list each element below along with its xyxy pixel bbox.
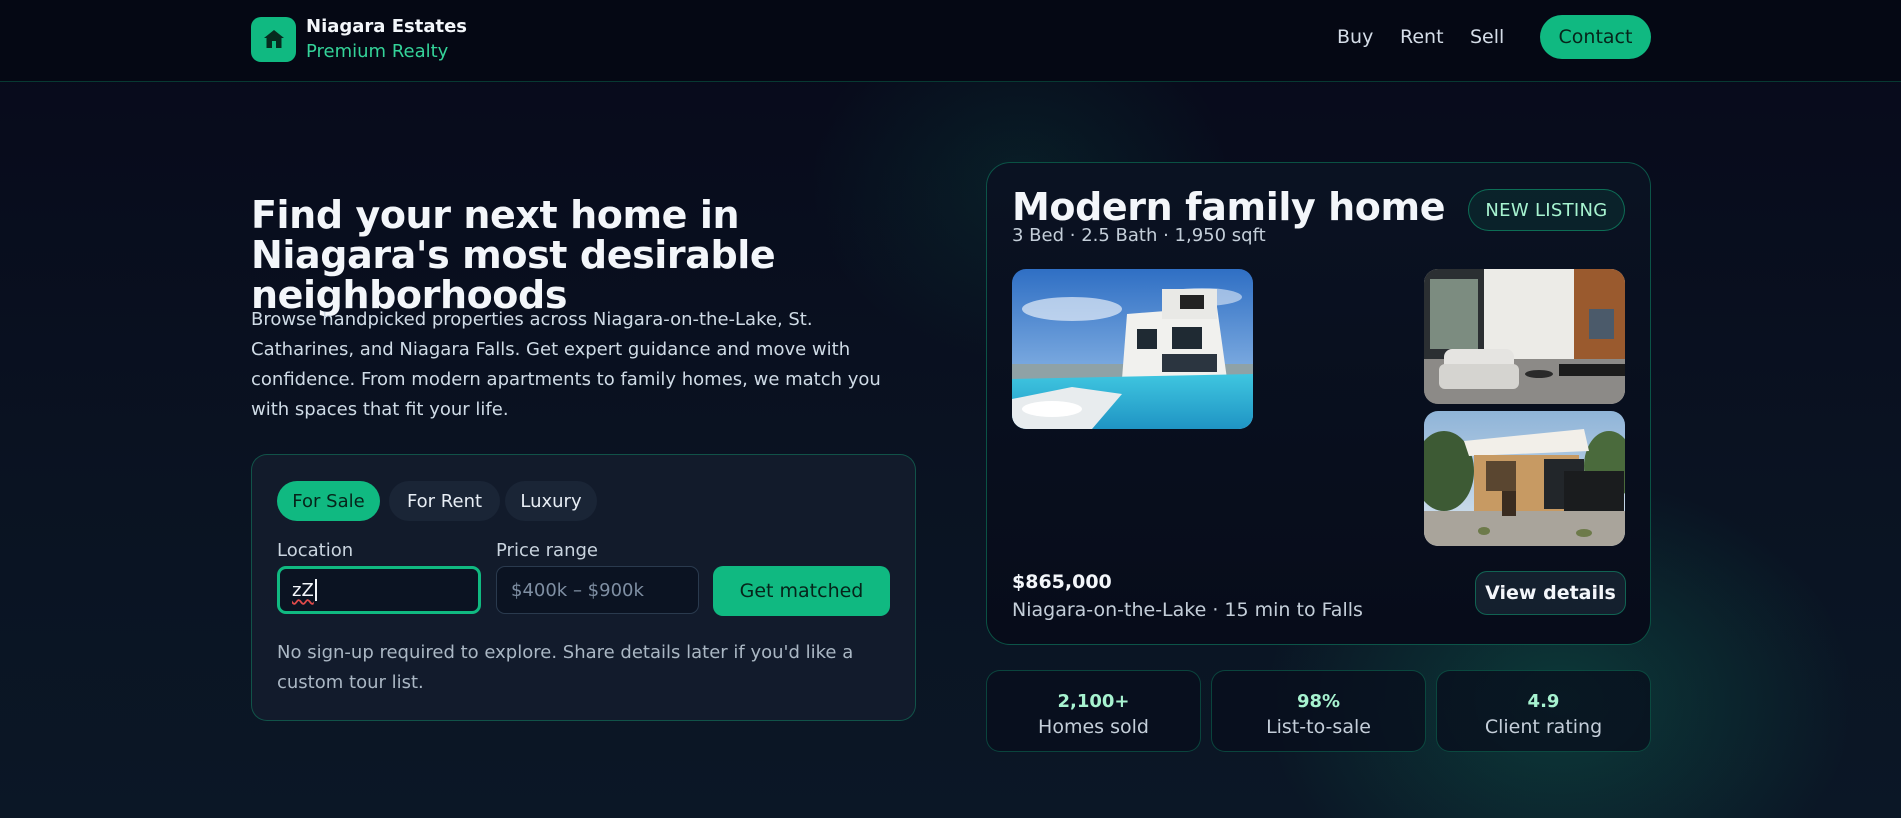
listing-title: Modern family home: [1012, 185, 1446, 229]
stat-client-rating: 4.9 Client rating: [1436, 670, 1651, 752]
price-range-label: Price range: [496, 540, 598, 561]
listing-price: $865,000: [1012, 571, 1112, 593]
nav-link-sell[interactable]: Sell: [1470, 26, 1504, 48]
tab-for-rent[interactable]: For Rent: [389, 481, 500, 521]
hero-title: Find your next home in Niagara's most de…: [251, 193, 776, 317]
price-range-placeholder: $400k – $900k: [511, 579, 644, 601]
location-label: Location: [277, 540, 354, 561]
new-listing-badge: NEW LISTING: [1468, 189, 1625, 231]
get-matched-button[interactable]: Get matched: [713, 566, 890, 616]
tab-luxury[interactable]: Luxury: [505, 481, 597, 521]
living-room-photo[interactable]: [1424, 269, 1625, 404]
featured-listing-card: Modern family home 3 Bed · 2.5 Bath · 1,…: [986, 162, 1651, 645]
brand[interactable]: Niagara Estates Premium Realty: [251, 14, 467, 64]
nav-link-rent[interactable]: Rent: [1400, 26, 1444, 48]
contact-button[interactable]: Contact: [1540, 15, 1651, 59]
price-range-input[interactable]: $400k – $900k: [496, 566, 699, 614]
stat-label: Homes sold: [1038, 716, 1149, 738]
location-input-value: zZ: [292, 579, 314, 601]
brand-name: Niagara Estates: [306, 16, 467, 37]
nav-link-buy[interactable]: Buy: [1337, 26, 1373, 48]
hero-description: Browse handpicked properties across Niag…: [251, 309, 881, 420]
search-card: For Sale For Rent Luxury Location zZ Pri…: [251, 454, 916, 721]
pool-villa-photo[interactable]: [1012, 269, 1253, 429]
stat-value: 98%: [1296, 691, 1341, 712]
stat-value: 2,100+: [1057, 691, 1130, 712]
brand-tagline: Premium Realty: [306, 41, 449, 62]
house-exterior-photo[interactable]: [1424, 411, 1625, 546]
tab-for-sale[interactable]: For Sale: [277, 481, 380, 521]
view-details-button[interactable]: View details: [1475, 571, 1626, 615]
stat-label: List-to-sale: [1266, 716, 1371, 738]
search-note: No sign-up required to explore. Share de…: [277, 642, 854, 693]
listing-meta: 3 Bed · 2.5 Bath · 1,950 sqft: [1012, 225, 1266, 246]
top-navigation-bar: Niagara Estates Premium Realty Buy Rent …: [0, 0, 1901, 82]
stat-value: 4.9: [1527, 691, 1560, 712]
home-icon: [251, 16, 296, 62]
stat-list-to-sale: 98% List-to-sale: [1211, 670, 1426, 752]
text-caret: [314, 579, 317, 601]
listing-location: Niagara-on-the-Lake · 15 min to Falls: [1012, 599, 1363, 621]
stat-homes-sold: 2,100+ Homes sold: [986, 670, 1201, 752]
stat-label: Client rating: [1484, 716, 1603, 738]
location-input[interactable]: zZ: [277, 566, 481, 614]
